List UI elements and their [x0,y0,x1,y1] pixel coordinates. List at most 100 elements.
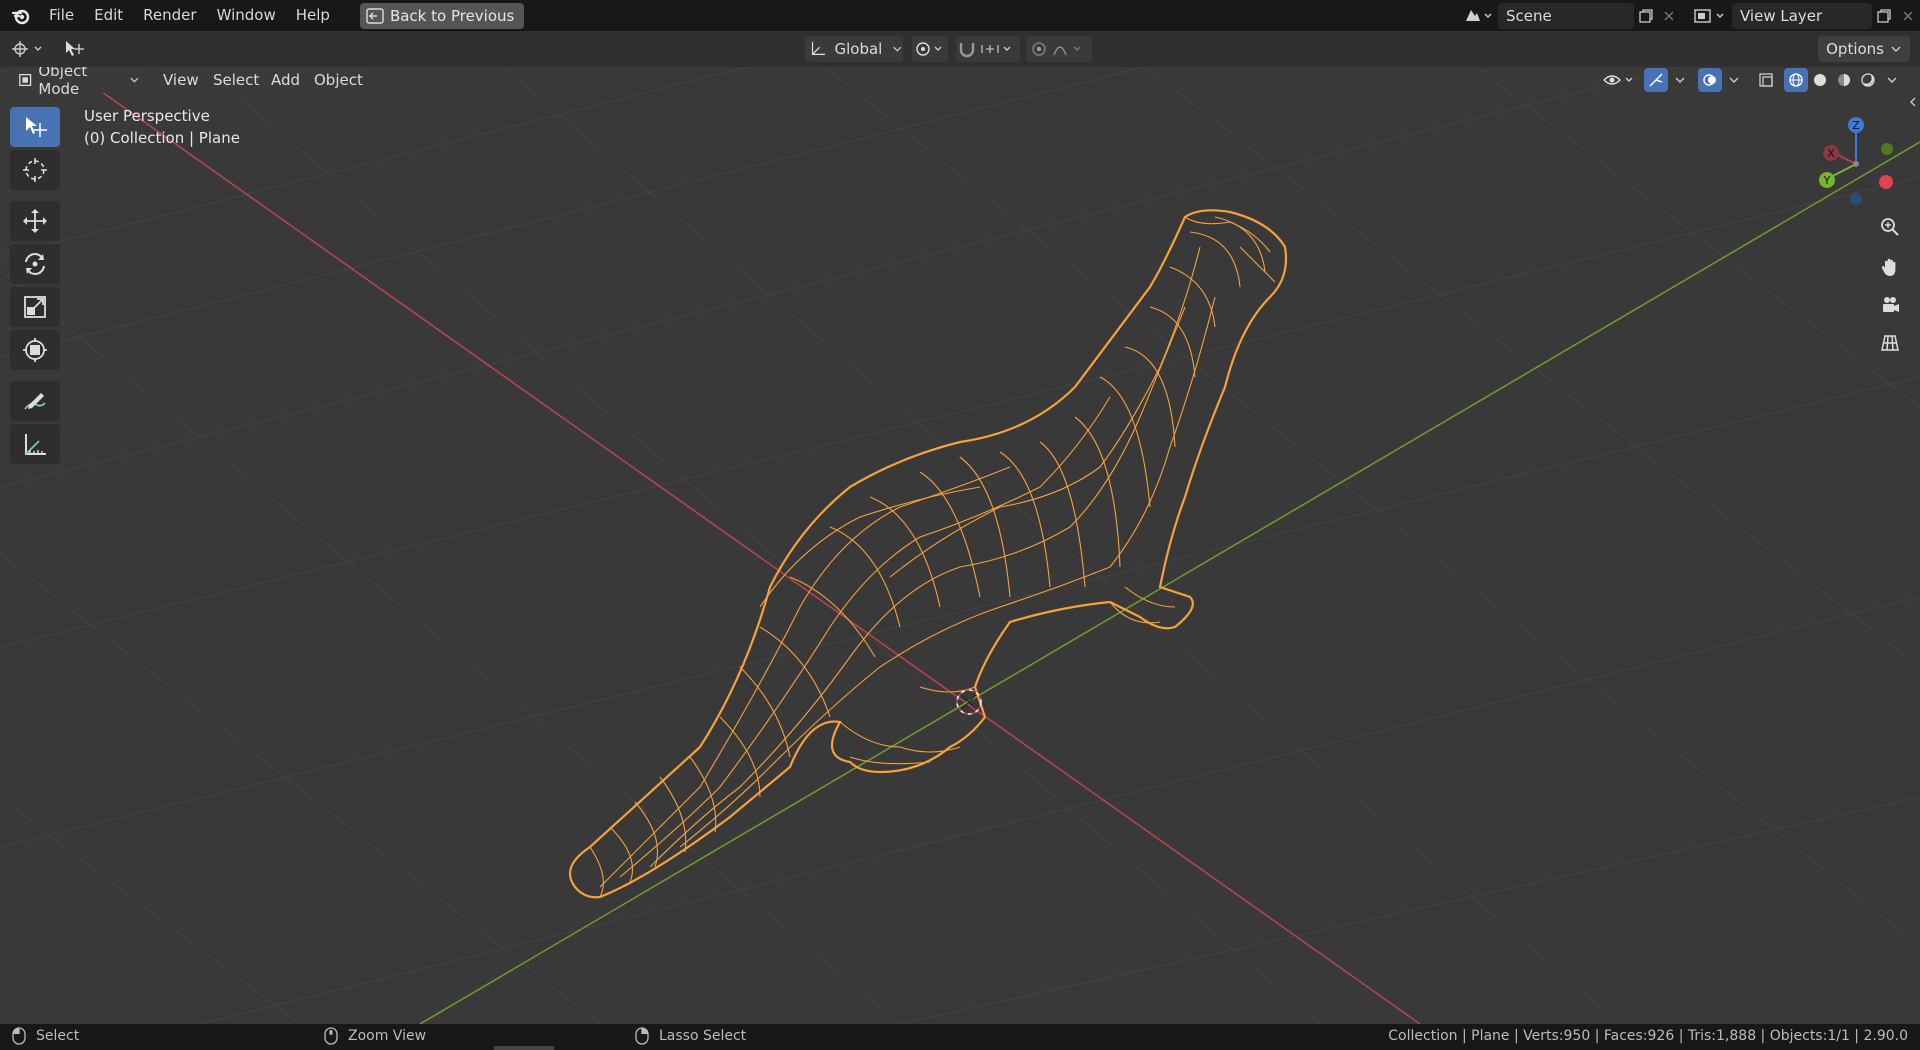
mesh-object-wireframe[interactable] [568,209,1288,899]
scale-icon [24,296,46,318]
tool-rotate[interactable] [10,244,60,284]
annotate-pencil-icon [24,393,46,410]
eye-icon [1603,75,1633,85]
view-layer-selector-button[interactable] [1688,3,1732,29]
delete-view-layer-button[interactable] [1896,3,1920,29]
active-collection-label: (0) Collection | Plane [84,129,240,147]
transform-orientation-dropdown[interactable]: Global [805,36,903,62]
options-dropdown[interactable]: Options [1818,36,1910,62]
status-lasso-label: Lasso Select [659,1028,747,1044]
blender-logo-icon[interactable] [9,4,33,28]
delete-scene-button[interactable] [1658,3,1680,29]
visibility-dropdown[interactable] [1600,68,1638,92]
back-to-previous-button[interactable]: Back to Previous [359,2,525,29]
menu-window[interactable]: Window [207,2,286,29]
gizmo-y-label: Y [1823,174,1831,187]
view-layer-icon [1694,8,1724,23]
viewport-menu-select[interactable]: Select [205,67,268,93]
pan-view-button[interactable] [1874,251,1906,283]
hand-icon [1881,258,1896,276]
material-shading-button[interactable] [1832,68,1856,92]
status-bar: Select Zoom View Lasso Select Collection… [0,1024,1920,1050]
scene-selector-button[interactable] [1458,3,1498,29]
back-icon [366,7,384,24]
back-to-previous-label: Back to Previous [389,6,515,25]
measure-ruler-icon [25,434,46,455]
snapping-toggle[interactable] [956,36,1020,62]
interaction-mode-dropdown[interactable]: Object Mode [12,67,146,98]
view-perspective-label: User Perspective [84,107,210,125]
gizmo-toggle[interactable] [1644,68,1668,92]
scene-statistics: Collection | Plane | Verts:950 | Faces:9… [1388,1028,1908,1044]
cursor-crosshair-icon [23,158,47,182]
tool-scale[interactable] [10,287,60,327]
viewport-menu-add[interactable]: Add [263,67,309,93]
scene-name-value: Scene [1506,6,1552,25]
status-zoom-hint: Zoom View [324,1027,426,1045]
shading-mode-group [1784,68,1880,92]
tool-annotate[interactable] [10,381,60,421]
gizmo-dropdown[interactable] [1674,68,1688,92]
view-layer-name-field[interactable]: View Layer [1732,2,1872,29]
tool-cursor[interactable] [10,150,60,190]
move-icon [23,209,47,233]
y-axis-line [419,141,1920,1024]
gizmo-neg-z-axis[interactable] [1850,193,1862,205]
overlay-icon [1703,74,1716,86]
new-scene-button[interactable] [1634,3,1658,29]
3d-viewport-icon [12,41,42,57]
tool-select-box[interactable] [10,107,60,147]
gizmo-z-label: Z [1852,119,1860,132]
pivot-point-dropdown[interactable] [912,36,948,62]
gizmo-neg-x-axis[interactable] [1879,175,1893,189]
tool-transform[interactable] [10,330,60,370]
navigation-gizmo[interactable]: Z X Y [1800,107,1910,217]
3d-cursor[interactable] [956,689,982,715]
menu-help[interactable]: Help [286,2,340,29]
overlays-toggle[interactable] [1698,68,1722,92]
xray-toggle[interactable] [1754,68,1778,92]
rendered-sphere-icon [1861,73,1875,87]
3d-viewport[interactable]: Object Mode View Select Add Object User … [0,67,1920,1024]
tool-shelf [10,107,62,467]
scene-name-field[interactable]: Scene [1498,2,1634,29]
tool-move[interactable] [10,201,60,241]
toggle-projection-button[interactable] [1874,327,1906,359]
cursor-arrow-icon [66,41,84,56]
overlays-dropdown[interactable] [1728,68,1742,92]
menu-file[interactable]: File [39,2,84,29]
menu-render[interactable]: Render [133,2,206,29]
chevron-left-icon [1910,97,1916,107]
chevron-down-icon [893,46,902,52]
select-tool-options-button[interactable] [62,36,92,62]
wireframe-shading-button[interactable] [1784,68,1808,92]
tool-measure[interactable] [10,424,60,464]
proportional-editing-toggle[interactable] [1026,36,1092,62]
viewport-menu-object[interactable]: Object [306,67,371,93]
select-box-icon [26,117,47,137]
zoom-view-button[interactable] [1874,211,1906,243]
viewport-menu-view[interactable]: View [155,67,207,93]
tool-header: Global Options [0,31,1920,67]
magnet-icon [959,43,1011,58]
editor-type-button[interactable] [10,36,50,62]
viewport-display-controls [1600,67,1920,93]
menu-edit[interactable]: Edit [84,2,133,29]
rendered-shading-button[interactable] [1856,68,1880,92]
gizmo-neg-y-axis[interactable] [1881,143,1893,155]
options-label: Options [1826,40,1884,58]
camera-view-button[interactable] [1874,289,1906,321]
top-menubar: File Edit Render Window Help Back to Pre… [0,0,1920,31]
gizmo-icon [1649,73,1663,87]
mouse-left-icon [12,1027,26,1045]
sidebar-toggle-button[interactable] [1908,95,1920,111]
close-icon [1664,11,1674,20]
mouse-middle-icon [324,1027,338,1045]
shading-dropdown[interactable] [1886,68,1900,92]
duplicate-icon [1639,8,1653,23]
solid-sphere-icon [1814,74,1826,86]
solid-shading-button[interactable] [1808,68,1832,92]
transform-icon [23,338,47,362]
new-view-layer-button[interactable] [1872,3,1896,29]
status-select-label: Select [36,1028,80,1044]
